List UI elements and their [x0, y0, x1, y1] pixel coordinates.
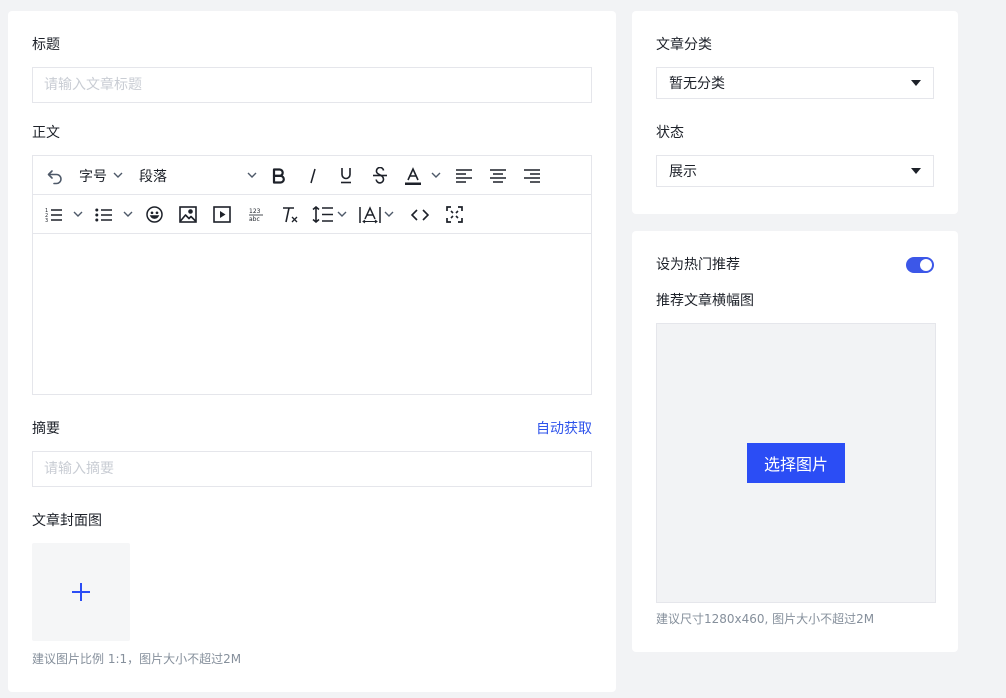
- category-value: 暂无分类: [669, 76, 725, 92]
- summary-input[interactable]: [32, 451, 592, 487]
- svg-text:123: 123: [249, 208, 261, 215]
- align-left-icon[interactable]: [454, 156, 474, 195]
- cover-hint: 建议图片比例 1:1，图片大小不超过2M: [32, 652, 242, 666]
- banner-label: 推荐文章横幅图: [656, 293, 754, 309]
- select-image-button[interactable]: 选择图片: [747, 443, 845, 483]
- align-right-icon[interactable]: [522, 156, 542, 195]
- underline-icon[interactable]: [336, 156, 356, 195]
- banner-upload-area: 选择图片: [656, 323, 936, 603]
- caret-down-icon: [911, 80, 921, 86]
- strikethrough-icon[interactable]: [370, 156, 390, 195]
- title-label: 标题: [32, 37, 60, 53]
- clear-format-icon[interactable]: [280, 195, 300, 234]
- chevron-down-icon: [247, 172, 257, 178]
- editor-content-area[interactable]: [33, 234, 591, 394]
- code-icon[interactable]: [410, 195, 430, 234]
- status-value: 展示: [669, 164, 697, 180]
- chevron-down-icon: [73, 211, 83, 217]
- font-size-label: 字号: [79, 168, 107, 185]
- title-input[interactable]: [32, 67, 592, 103]
- svg-text:3: 3: [45, 218, 48, 223]
- bullet-list-icon[interactable]: [95, 195, 137, 234]
- hot-recommend-card: 设为热门推荐 推荐文章横幅图 选择图片 建议尺寸1280x460, 图片大小不超…: [632, 231, 958, 652]
- chevron-down-icon: [431, 172, 441, 178]
- body-label: 正文: [32, 125, 60, 141]
- image-icon[interactable]: [178, 195, 198, 234]
- ordered-list-icon[interactable]: 1 2 3: [45, 195, 87, 234]
- fullscreen-icon[interactable]: [444, 195, 464, 234]
- hot-recommend-switch[interactable]: [906, 257, 934, 273]
- auto-extract-link[interactable]: 自动获取: [536, 419, 592, 439]
- emoji-icon[interactable]: [144, 195, 164, 234]
- svg-text:abc: abc: [249, 216, 260, 223]
- paragraph-dropdown[interactable]: 段落: [139, 156, 257, 195]
- status-select[interactable]: 展示: [656, 155, 934, 187]
- article-form-card: 标题 正文 字号 段落: [8, 11, 616, 692]
- font-size-dropdown[interactable]: 字号: [79, 156, 127, 195]
- switch-knob: [920, 259, 932, 271]
- chevron-down-icon: [113, 172, 123, 178]
- rich-text-editor: 字号 段落 1 2 3 123 abc: [32, 155, 592, 395]
- category-select[interactable]: 暂无分类: [656, 67, 934, 99]
- align-center-icon[interactable]: [488, 156, 508, 195]
- font-color-icon[interactable]: [404, 156, 446, 195]
- article-settings-card: 文章分类 暂无分类 状态 展示: [632, 11, 958, 214]
- hot-recommend-label: 设为热门推荐: [656, 257, 740, 273]
- bold-icon[interactable]: [269, 156, 289, 195]
- paragraph-label: 段落: [139, 168, 167, 185]
- editor-toolbar-row-2: 1 2 3 123 abc: [33, 195, 591, 234]
- plus-icon: [72, 583, 90, 601]
- category-label: 文章分类: [656, 37, 712, 53]
- letter-spacing-icon[interactable]: [359, 195, 399, 234]
- cover-label: 文章封面图: [32, 513, 102, 529]
- chevron-down-icon: [384, 211, 394, 217]
- undo-icon[interactable]: [43, 156, 67, 195]
- banner-hint: 建议尺寸1280x460, 图片大小不超过2M: [656, 612, 875, 626]
- summary-label: 摘要: [32, 421, 60, 437]
- status-label: 状态: [656, 125, 684, 141]
- cover-upload-button[interactable]: [32, 543, 130, 641]
- line-height-icon[interactable]: [312, 195, 350, 234]
- chevron-down-icon: [337, 211, 347, 217]
- editor-toolbar-row-1: 字号 段落: [33, 156, 591, 195]
- video-icon[interactable]: [212, 195, 232, 234]
- chevron-down-icon: [123, 211, 133, 217]
- italic-icon[interactable]: [303, 156, 323, 195]
- caret-down-icon: [911, 168, 921, 174]
- text-case-icon[interactable]: 123 abc: [246, 195, 266, 234]
